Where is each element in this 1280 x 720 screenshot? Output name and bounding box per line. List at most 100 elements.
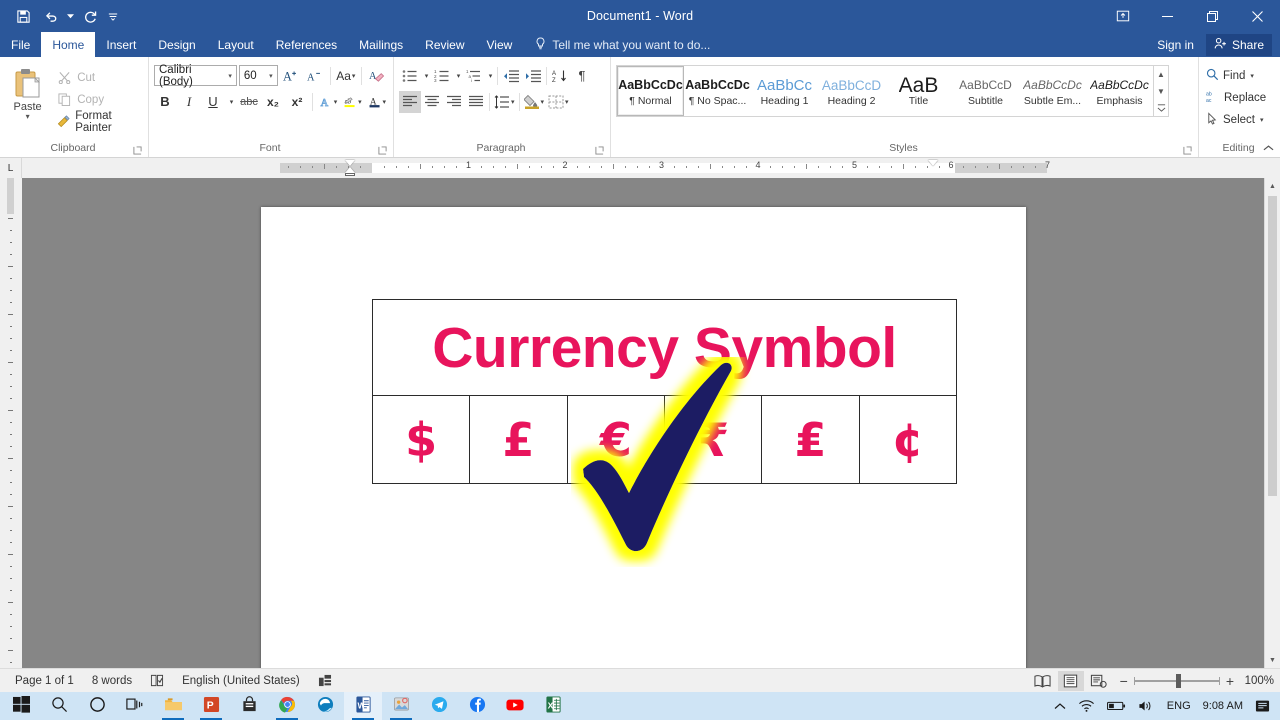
collapse-ribbon-icon[interactable] (1263, 144, 1274, 155)
superscript-button[interactable]: x² (286, 91, 308, 113)
zoom-out-button[interactable]: − (1120, 673, 1128, 689)
close-button[interactable] (1235, 0, 1280, 32)
start-button[interactable] (2, 692, 40, 720)
youtube-button[interactable] (496, 692, 534, 720)
first-line-indent-marker[interactable] (345, 160, 355, 166)
zoom-track[interactable] (1133, 673, 1220, 688)
tab-review[interactable]: Review (414, 32, 475, 57)
strikethrough-button[interactable]: abc (238, 91, 260, 113)
text-effects-button[interactable]: A ▾ (317, 91, 339, 113)
ribbon-display-options-icon[interactable] (1100, 0, 1145, 32)
find-button[interactable]: Find ▾ (1204, 65, 1275, 86)
word-button[interactable]: W (344, 692, 382, 720)
styles-more-icon[interactable] (1154, 99, 1168, 116)
customize-quick-access-toolbar-icon[interactable] (105, 4, 121, 28)
facebook-button[interactable] (458, 692, 496, 720)
multilevel-list-button[interactable]: 1ai (463, 65, 485, 87)
tab-file[interactable]: File (0, 32, 42, 57)
tab-home[interactable]: Home (41, 32, 96, 57)
photos-button[interactable] (382, 692, 420, 720)
multilevel-dropdown-icon[interactable]: ▾ (485, 65, 495, 87)
justify-button[interactable] (465, 91, 487, 113)
align-center-button[interactable] (421, 91, 443, 113)
zoom-in-button[interactable]: + (1226, 673, 1234, 689)
symbol-cell-lira[interactable]: ₤ (761, 395, 860, 484)
proofing-status-icon[interactable] (141, 670, 173, 692)
clock[interactable]: 9:08 AM (1197, 700, 1249, 712)
clear-formatting-button[interactable]: A (366, 65, 388, 87)
zoom-level[interactable]: 100% (1242, 675, 1274, 687)
underline-button[interactable]: U (202, 91, 224, 113)
symbol-cell-euro[interactable]: € (566, 395, 665, 484)
tab-layout[interactable]: Layout (207, 32, 265, 57)
paste-dropdown-icon[interactable]: ▾ (26, 113, 30, 121)
tab-design[interactable]: Design (147, 32, 206, 57)
page-indicator[interactable]: Page 1 of 1 (6, 670, 83, 692)
edge-button[interactable] (306, 692, 344, 720)
wifi-icon[interactable] (1072, 692, 1101, 720)
file-explorer-button[interactable] (154, 692, 192, 720)
cortana-button[interactable] (78, 692, 116, 720)
styles-dialog-launcher-icon[interactable] (1183, 146, 1193, 156)
style-normal[interactable]: AaBbCcDc ¶ Normal (617, 66, 684, 116)
word-count[interactable]: 8 words (83, 670, 141, 692)
powerpoint-button[interactable]: P (192, 692, 230, 720)
decrease-indent-button[interactable] (500, 65, 522, 87)
style-heading-2[interactable]: AaBbCcD Heading 2 (818, 66, 885, 116)
symbol-cell-cent[interactable]: ¢ (858, 395, 958, 484)
show-hidden-icons-button[interactable] (1048, 692, 1072, 720)
font-color-button[interactable]: A ▾ (366, 91, 388, 113)
microsoft-store-button[interactable] (230, 692, 268, 720)
sign-in-link[interactable]: Sign in (1157, 38, 1194, 52)
search-button[interactable] (40, 692, 78, 720)
numbering-dropdown-icon[interactable]: ▾ (453, 65, 463, 87)
paragraph-dialog-launcher-icon[interactable] (595, 146, 605, 156)
copy-button[interactable]: Copy (54, 89, 143, 110)
line-spacing-button[interactable]: ▾ (492, 91, 517, 113)
bullets-dropdown-icon[interactable]: ▾ (421, 65, 431, 87)
web-layout-button[interactable] (1086, 671, 1112, 691)
replace-button[interactable]: ab ac Replace (1204, 87, 1275, 108)
bold-button[interactable]: B (154, 91, 176, 113)
numbering-button[interactable]: 123 (431, 65, 453, 87)
shading-button[interactable]: ▾ (522, 91, 547, 113)
styles-scroll-down-icon[interactable]: ▼ (1154, 83, 1168, 100)
horizontal-ruler[interactable]: 1 2 3 4 5 6 7 (22, 158, 1280, 178)
excel-button[interactable]: X (534, 692, 572, 720)
share-button[interactable]: Share (1205, 33, 1272, 56)
tab-mailings[interactable]: Mailings (348, 32, 414, 57)
shrink-font-button[interactable]: A (304, 65, 326, 87)
restore-button[interactable] (1190, 0, 1235, 32)
redo-icon[interactable] (77, 4, 103, 28)
scroll-thumb[interactable] (1268, 196, 1277, 496)
notification-icon[interactable] (1249, 692, 1276, 720)
select-button[interactable]: Select ▾ (1204, 109, 1275, 130)
style-subtitle[interactable]: AaBbCcD Subtitle (952, 66, 1019, 116)
symbol-cell-rupee[interactable]: ₹ (663, 395, 763, 484)
tell-me-search[interactable]: Tell me what you want to do... (523, 32, 710, 57)
tab-insert[interactable]: Insert (95, 32, 147, 57)
language-indicator[interactable]: English (United States) (173, 670, 309, 692)
format-painter-button[interactable]: Format Painter (54, 110, 143, 134)
style-title[interactable]: AaB Title (885, 66, 952, 116)
tab-stop-selector[interactable]: L (0, 158, 22, 178)
undo-dropdown-icon[interactable] (66, 4, 75, 28)
styles-scroll-up-icon[interactable]: ▲ (1154, 66, 1168, 83)
zoom-slider[interactable]: − + (1114, 673, 1240, 689)
font-size-combobox[interactable]: 60 ▾ (238, 65, 278, 86)
left-indent-marker[interactable] (345, 173, 355, 176)
scroll-track[interactable] (1265, 194, 1280, 652)
print-layout-button[interactable] (1057, 670, 1084, 691)
styles-scrollbar[interactable]: ▲ ▼ (1153, 66, 1168, 116)
read-mode-button[interactable] (1030, 671, 1056, 691)
zoom-thumb[interactable] (1175, 673, 1181, 688)
cut-button[interactable]: Cut (54, 67, 143, 88)
tab-view[interactable]: View (476, 32, 524, 57)
language-indicator[interactable]: ENG (1161, 692, 1197, 720)
underline-dropdown-icon[interactable]: ▾ (226, 91, 236, 113)
symbol-cell-dollar[interactable]: $ (371, 395, 471, 484)
currency-table[interactable]: Currency Symbol $ £ € ₹ ₤ ¢ (371, 299, 958, 484)
style-heading-1[interactable]: AaBbCc Heading 1 (751, 66, 818, 116)
minimize-button[interactable] (1145, 0, 1190, 32)
telegram-button[interactable] (420, 692, 458, 720)
